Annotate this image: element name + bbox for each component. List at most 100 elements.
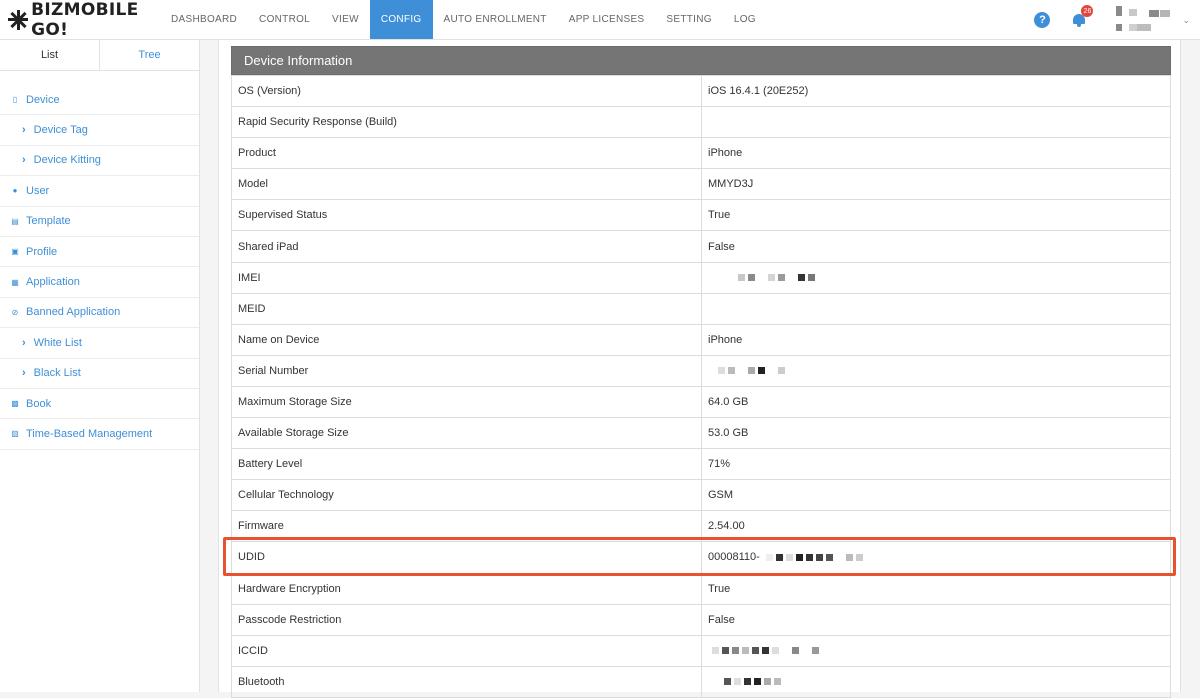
row-value: GSM [701,479,1171,512]
sidebar-item-device-kitting[interactable]: › Device Kitting [0,146,199,177]
sidebar-item-label: Device Tag [33,124,88,137]
table-row: Hardware Encryption True [231,572,1171,605]
briefcase-icon: ▣ [11,247,19,257]
grid-icon: ▦ [11,277,19,287]
sidebar-item-template[interactable]: ▤ Template [0,207,199,237]
row-key: OS (Version) [231,74,702,108]
table-row: Supervised Status True [231,199,1171,232]
table-row: Shared iPad False [231,230,1171,263]
sidebar-item-label: Banned Application [26,306,121,319]
row-value: False [701,230,1171,263]
row-key: Supervised Status [231,199,702,232]
chevron-right-icon: › [22,124,26,137]
nav-auto-enrollment[interactable]: AUTO ENROLLMENT [433,0,558,39]
row-value: False [701,603,1171,636]
document-icon: ▤ [11,216,19,226]
sidebar-item-label: Device Kitting [33,154,101,167]
sidebar-item-book[interactable]: ▩ Book [0,389,199,420]
row-value: 2.54.00 [701,510,1171,543]
sidebar-item-label: Profile [26,245,58,258]
row-value: MMYD3J [701,168,1171,201]
top-navbar: BIZMOBILE GO! DASHBOARD CONTROL VIEW CON… [0,0,1200,40]
nav-log[interactable]: LOG [723,0,767,39]
table-row: ICCID [231,634,1171,667]
table-row: Firmware 2.54.00 [231,510,1171,543]
nav-control[interactable]: CONTROL [248,0,321,39]
nav-dashboard[interactable]: DASHBOARD [160,0,248,39]
sidebar-tabs: List Tree [0,40,199,71]
row-value: True [701,199,1171,232]
redacted-value [718,367,785,375]
sidebar-item-time-based-management[interactable]: ▧ Time-Based Management [0,419,199,450]
sidebar-item-label: Application [26,276,80,289]
row-value [701,634,1171,667]
table-row: Passcode Restriction False [231,603,1171,636]
user-menu[interactable]: ⌄ [1116,6,1190,34]
sidebar-item-white-list[interactable]: › White List [0,328,199,359]
sidebar-item-banned-application[interactable]: ⊘ Banned Application [0,298,199,329]
sidebar-item-label: White List [33,336,82,349]
notifications-button[interactable]: 26 [1072,5,1094,27]
table-row: Name on Device iPhone [231,323,1171,356]
logo-text: BIZMOBILE GO! [31,0,139,40]
nav-view[interactable]: VIEW [321,0,370,39]
tab-tree[interactable]: Tree [100,40,199,70]
tab-list[interactable]: List [0,40,100,70]
ban-icon: ⊘ [11,307,19,317]
row-key: Passcode Restriction [231,603,702,636]
table-row: Maximum Storage Size 64.0 GB [231,385,1171,419]
logo-icon [8,9,28,30]
nav-app-licenses[interactable]: APP LICENSES [558,0,656,39]
sidebar: List Tree ▯ Device › Device Tag › Device… [0,40,200,692]
row-key: Model [231,168,702,201]
notification-badge: 26 [1081,5,1094,17]
row-key: Name on Device [231,323,702,356]
sidebar-item-device-tag[interactable]: › Device Tag [0,115,199,146]
table-row: Model MMYD3J [231,168,1171,201]
panel-title: Device Information [231,46,1171,75]
row-key: Available Storage Size [231,417,702,450]
chevron-down-icon: ⌄ [1182,14,1190,25]
table-row: Bluetooth [231,665,1171,698]
nav-config[interactable]: CONFIG [369,0,433,39]
calendar-icon: ▧ [11,429,19,439]
book-icon: ▩ [11,399,19,409]
row-value: True [701,572,1171,605]
table-row: UDID 00008110- [231,541,1171,574]
help-icon[interactable]: ? [1034,12,1051,28]
sidebar-item-device[interactable]: ▯ Device [0,85,199,116]
sidebar-item-application[interactable]: ▦ Application [0,267,199,298]
sidebar-item-black-list[interactable]: › Black List [0,359,199,389]
avatar [1116,6,1172,34]
row-key: Battery Level [231,448,702,481]
mobile-icon: ▯ [12,95,18,105]
sidebar-item-label: Time-Based Management [26,427,153,440]
row-value: iPhone [701,137,1171,170]
chevron-right-icon: › [22,336,26,349]
table-row: Battery Level 71% [231,448,1171,481]
user-icon: ● [12,186,18,196]
sidebar-item-label: Black List [33,367,81,380]
table-row: OS (Version) iOS 16.4.1 (20E252) [231,74,1171,108]
device-info-table: OS (Version) iOS 16.4.1 (20E252) Rapid Sec… [231,74,1171,698]
table-row: MEID [231,292,1171,325]
row-key: Shared iPad [231,230,702,263]
row-value: 71% [701,448,1171,481]
redacted-value [724,678,781,686]
row-value: iOS 16.4.1 (20E252) [701,74,1171,108]
table-row: Serial Number [231,354,1171,387]
sidebar-item-profile[interactable]: ▣ Profile [0,237,199,268]
table-row: Product iPhone [231,137,1171,170]
redacted-value [738,274,815,282]
table-row: Cellular Technology GSM [231,479,1171,512]
row-key: MEID [231,292,702,325]
sidebar-item-user[interactable]: ● User [0,176,199,207]
app-logo[interactable]: BIZMOBILE GO! [0,0,160,40]
row-value: 00008110- [701,541,1171,574]
nav-setting[interactable]: SETTING [655,0,722,39]
row-key: IMEI [231,261,702,294]
main-content: Device Information OS (Version) iOS 16.4.… [200,40,1200,698]
row-value [701,292,1171,325]
sidebar-item-label: Template [26,215,71,228]
device-info-panel: Device Information OS (Version) iOS 16.4.… [231,46,1171,698]
